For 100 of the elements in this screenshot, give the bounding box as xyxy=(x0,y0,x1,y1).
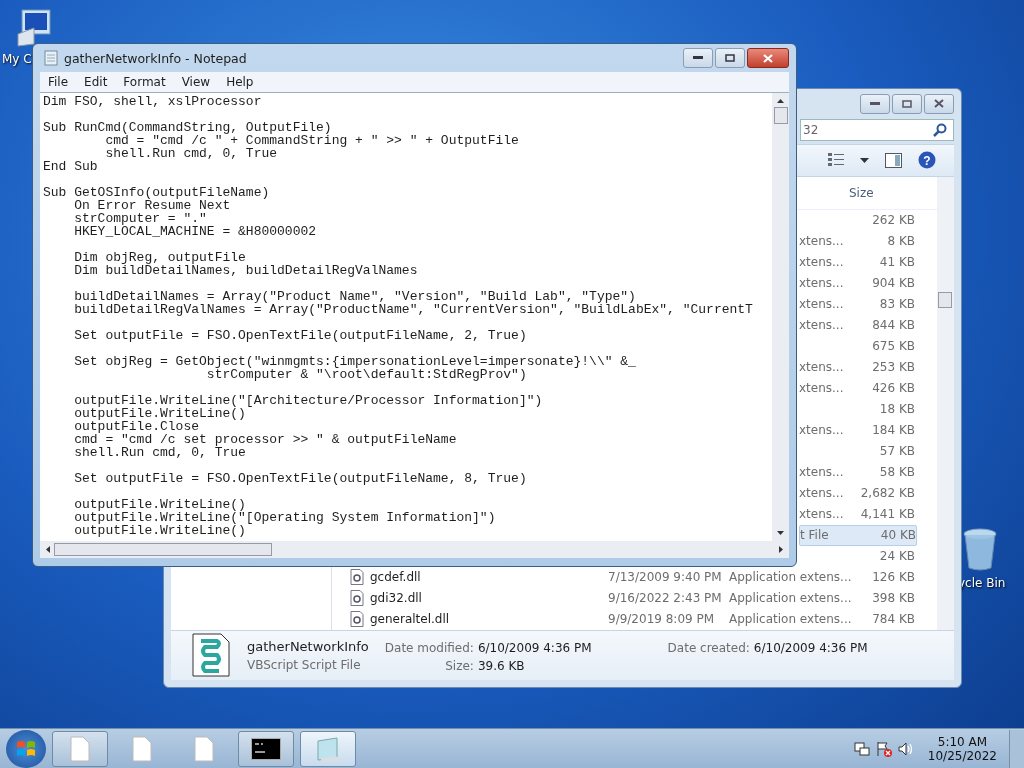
code-line: strComputer = "." xyxy=(73,212,208,225)
file-type: xtens... xyxy=(799,423,844,438)
file-row[interactable]: xtens... 83 KB xyxy=(799,293,917,315)
script-file-icon xyxy=(191,633,231,678)
file-size: 4,141 KB xyxy=(860,507,915,522)
flag-icon[interactable] xyxy=(875,740,892,757)
code-line: Sub RunCmd(CommandString, OutputFile) xyxy=(43,121,332,134)
scroll-right-icon[interactable] xyxy=(779,546,783,553)
file-row[interactable]: gdi32.dll 9/16/2022 2:43 PM Application extens... 398 KB xyxy=(332,587,919,609)
minimize-icon xyxy=(693,56,703,60)
file-type: xtens... xyxy=(799,486,844,501)
code-line: Set objReg = GetObject("winmgmts:{impersonationLevel=impersonate}!\\" &_ xyxy=(73,355,637,368)
search-icon[interactable] xyxy=(933,123,947,138)
taskbar-button[interactable] xyxy=(238,730,294,767)
file-row[interactable]: xtens... 253 KB xyxy=(799,356,917,378)
code-line: End Sub xyxy=(43,160,99,173)
file-size: 262 KB xyxy=(872,213,915,228)
file-type: xtens... xyxy=(799,297,844,312)
column-header[interactable]: Size xyxy=(849,185,874,200)
maximize-button[interactable] xyxy=(715,48,745,68)
date-modified-label: Date modified: xyxy=(384,640,474,655)
code-line: outputFile.WriteLine() xyxy=(73,498,246,511)
notepad-icon xyxy=(44,50,58,66)
file-row[interactable]: 57 KB xyxy=(799,440,917,462)
size-label: Size: xyxy=(444,658,474,673)
scroll-thumb[interactable] xyxy=(54,543,272,556)
start-button[interactable] xyxy=(6,729,46,768)
file-row[interactable]: xtens... 2,682 KB xyxy=(799,482,917,504)
view-options-icon[interactable] xyxy=(828,153,844,168)
file-size: 253 KB xyxy=(872,360,915,375)
file-size: 784 KB xyxy=(872,612,915,627)
code-line: cmd = "cmd /c set processor >> " & outputFileName xyxy=(73,433,458,446)
menu-item[interactable]: Edit xyxy=(76,75,116,89)
file-size: 40 KB xyxy=(880,528,916,543)
computer-icon[interactable] xyxy=(14,8,54,48)
file-row[interactable]: 18 KB xyxy=(799,398,917,420)
date-created-label: Date created: xyxy=(667,640,750,655)
file-row[interactable]: xtens... 58 KB xyxy=(799,461,917,483)
code-line: Dim objReg, outputFile xyxy=(73,251,247,264)
code-line: Dim buildDetailNames, buildDetailRegValNames xyxy=(73,264,419,277)
scrollbar[interactable] xyxy=(40,541,789,558)
minimize-button[interactable] xyxy=(860,93,890,114)
code-line: outputFile.WriteLine() xyxy=(73,524,246,537)
file-row[interactable]: gcdef.dll 7/13/2009 9:40 PM Application extens... 126 KB xyxy=(332,566,919,588)
file-row[interactable]: xtens... 426 KB xyxy=(799,377,917,399)
file-row[interactable]: xtens... 184 KB xyxy=(799,419,917,441)
file-size: 184 KB xyxy=(872,423,915,438)
scroll-thumb[interactable] xyxy=(773,107,788,124)
document-icon xyxy=(194,735,214,762)
file-type: xtens... xyxy=(799,276,844,291)
recycle-bin-icon[interactable] xyxy=(962,528,998,572)
file-row[interactable]: xtens... 844 KB xyxy=(799,314,917,336)
menu-item[interactable]: View xyxy=(173,75,219,89)
file-size: 2,682 KB xyxy=(860,486,915,501)
maximize-icon xyxy=(902,99,912,108)
file-type: Application extens... xyxy=(729,591,852,606)
file-row[interactable]: 24 KB xyxy=(799,545,917,567)
file-row[interactable]: 675 KB xyxy=(799,335,917,357)
scroll-down-icon[interactable] xyxy=(777,531,784,535)
console-icon xyxy=(251,737,281,760)
file-row[interactable]: xtens... 8 KB xyxy=(799,230,917,252)
network-icon[interactable] xyxy=(853,740,870,757)
file-row[interactable]: 262 KB xyxy=(799,209,917,231)
file-row[interactable]: t File 40 KB xyxy=(799,524,917,546)
code-line: buildDetailRegValNames = Array("ProductName", "CurrentVersion", "BuildLabEx", "CurrentT xyxy=(73,303,754,316)
file-row[interactable]: xtens... 4,141 KB xyxy=(799,503,917,525)
scroll-thumb[interactable] xyxy=(938,291,952,308)
menu-item[interactable]: File xyxy=(40,75,77,89)
file-type: xtens... xyxy=(799,255,844,270)
code-line: strComputer & "\root\default:StdRegProv") xyxy=(206,368,527,381)
maximize-button[interactable] xyxy=(892,93,922,114)
desktop-icon-label[interactable]: My C xyxy=(2,52,32,66)
file-size: 844 KB xyxy=(872,318,915,333)
minimize-button[interactable] xyxy=(683,48,713,68)
search-field[interactable]: 32 xyxy=(800,119,954,142)
clock[interactable]: 5:10 AM 10/25/2022 xyxy=(927,734,997,763)
preview-pane-icon[interactable] xyxy=(885,152,902,168)
file-size: 398 KB xyxy=(872,591,915,606)
close-button[interactable] xyxy=(924,93,954,114)
scrollbar[interactable] xyxy=(937,176,954,630)
menu-item[interactable]: Help xyxy=(218,75,262,89)
scroll-left-icon[interactable] xyxy=(46,546,50,553)
caret-icon[interactable] xyxy=(860,157,869,163)
file-type: xtens... xyxy=(799,318,844,333)
scrollbar[interactable] xyxy=(772,93,789,541)
file-row[interactable]: xtens... 41 KB xyxy=(799,251,917,273)
file-name: gdi32.dll xyxy=(370,591,422,606)
minimize-icon xyxy=(870,101,880,106)
code-line: Set outputFile = FSO.OpenTextFile(outputFileName, 8, True) xyxy=(73,472,528,485)
speaker-icon[interactable] xyxy=(897,740,914,757)
file-row[interactable]: xtens... 904 KB xyxy=(799,272,917,294)
help-icon[interactable]: ? xyxy=(918,151,936,170)
file-type: xtens... xyxy=(799,234,844,249)
code-line: outputFile.WriteLine("[Operating System Information]") xyxy=(73,511,497,524)
file-row[interactable]: generaltel.dll 9/9/2019 8:09 PM Application extens... 784 KB xyxy=(332,608,919,630)
file-size: 904 KB xyxy=(872,276,915,291)
close-button[interactable] xyxy=(747,48,789,68)
code-line: Dim FSO, shell, xslProcessor xyxy=(43,95,263,108)
scroll-up-icon[interactable] xyxy=(777,99,784,103)
menu-item[interactable]: Format xyxy=(115,75,174,89)
